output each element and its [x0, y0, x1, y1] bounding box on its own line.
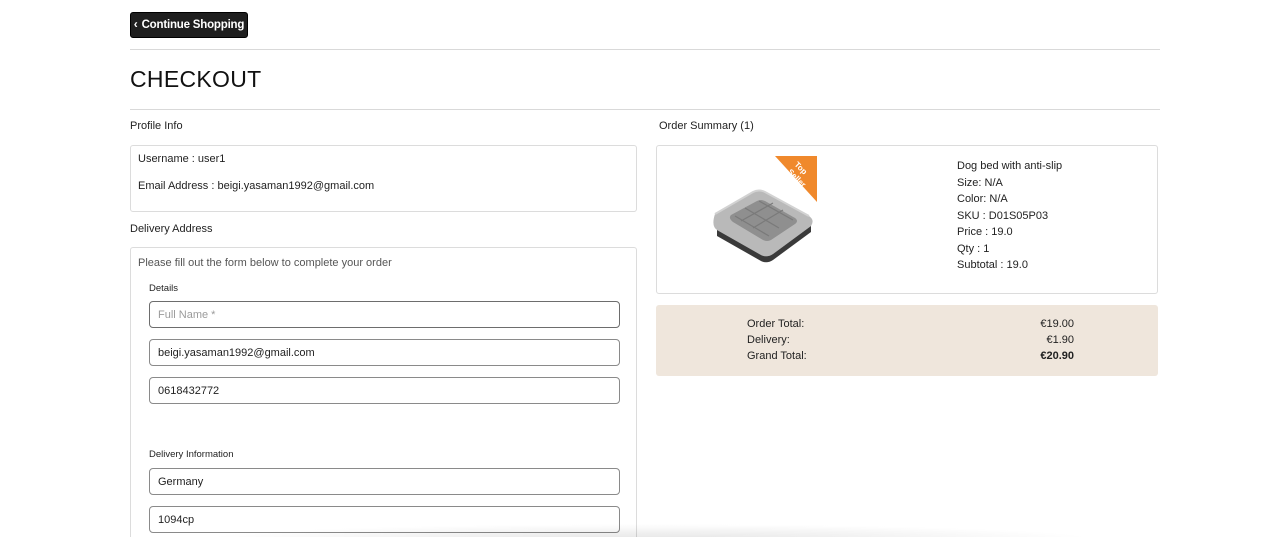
- product-subtotal: Subtotal : 19.0: [957, 259, 1028, 271]
- top-seller-badge: Top Seller: [775, 156, 817, 202]
- delivery-address-heading: Delivery Address: [130, 223, 213, 235]
- order-total-value: €19.00: [1040, 318, 1074, 330]
- username-text: Username : user1: [138, 153, 226, 165]
- grand-total-value: €20.90: [1040, 350, 1074, 362]
- email-input[interactable]: [149, 339, 620, 366]
- continue-shopping-label: Continue Shopping: [141, 19, 245, 31]
- product-color: Color: N/A: [957, 193, 1008, 205]
- grand-total-row: Grand Total: €20.90: [747, 350, 1074, 362]
- delivery-row: Delivery: €1.90: [747, 334, 1074, 346]
- product-image[interactable]: Top Seller: [707, 156, 819, 268]
- delivery-information-legend: Delivery Information: [149, 449, 234, 460]
- form-intro-text: Please fill out the form below to comple…: [138, 257, 392, 269]
- delivery-form-card: Please fill out the form below to comple…: [130, 247, 637, 537]
- order-total-row: Order Total: €19.00: [747, 318, 1074, 330]
- details-legend: Details: [149, 283, 179, 294]
- product-size: Size: N/A: [957, 176, 1003, 189]
- page-title: CHECKOUT: [130, 66, 262, 92]
- dog-bed-image: [713, 189, 813, 263]
- postcode-input[interactable]: [149, 506, 620, 533]
- profile-info-heading: Profile Info: [130, 120, 183, 132]
- chevron-left-icon: ‹: [133, 17, 138, 31]
- divider: [130, 109, 1160, 110]
- divider: [130, 49, 1160, 50]
- email-text: Email Address : beigi.yasaman1992@gmail.…: [138, 180, 375, 192]
- country-input[interactable]: [149, 468, 620, 495]
- product-price: Price : 19.0: [957, 226, 1013, 238]
- order-summary-heading: Order Summary (1): [659, 120, 754, 132]
- product-details: Dog bed with anti-slip Size: N/A Color: …: [957, 158, 1062, 274]
- delivery-label: Delivery:: [747, 334, 790, 346]
- order-totals: Order Total: €19.00 Delivery: €1.90 Gran…: [656, 305, 1158, 376]
- grand-total-label: Grand Total:: [747, 350, 807, 362]
- product-name: Dog bed with anti-slip: [957, 160, 1063, 172]
- order-summary-card: Top Seller Dog bed with anti-slip Size: …: [656, 145, 1158, 294]
- product-sku: SKU : D01S05P03: [957, 209, 1049, 222]
- product-qty: Qty : 1: [957, 242, 990, 255]
- order-total-label: Order Total:: [747, 318, 805, 330]
- profile-info-card: Username : user1 Email Address : beigi.y…: [130, 145, 637, 212]
- phone-input[interactable]: [149, 377, 620, 404]
- delivery-value: €1.90: [1046, 334, 1074, 346]
- continue-shopping-button[interactable]: ‹ Continue Shopping: [130, 12, 248, 38]
- full-name-input[interactable]: [149, 301, 620, 328]
